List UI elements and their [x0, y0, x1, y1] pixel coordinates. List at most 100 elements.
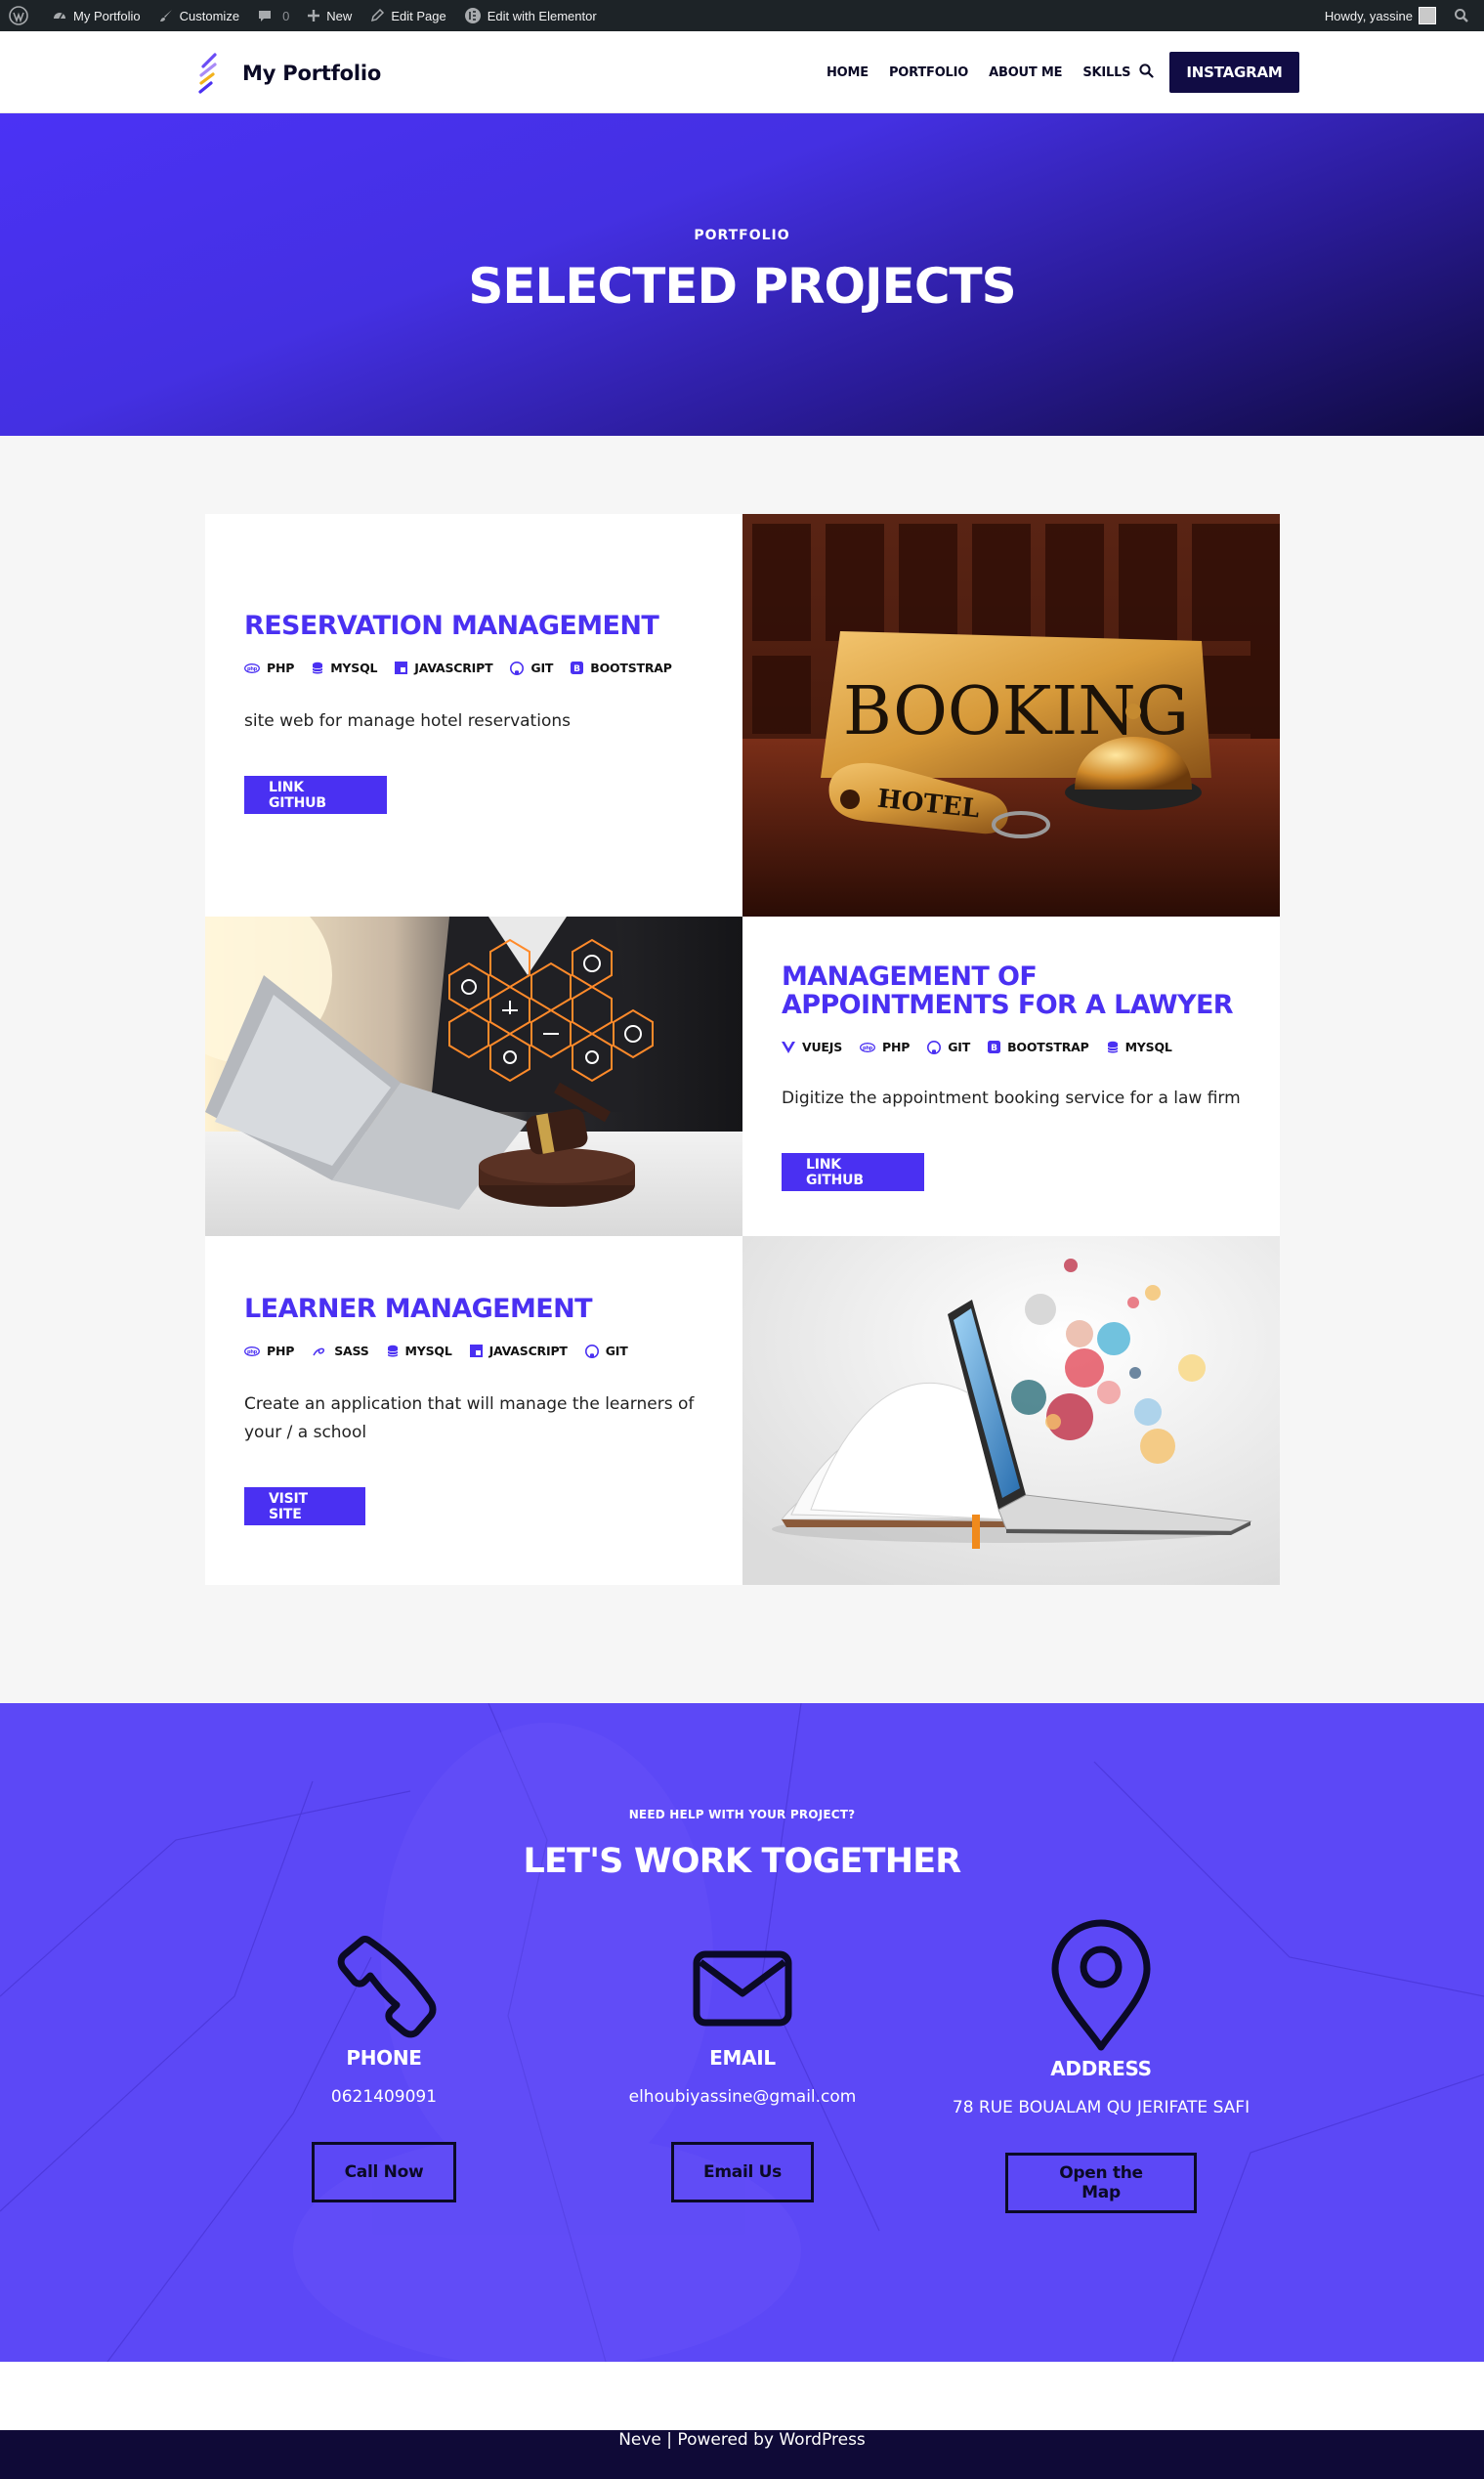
php-icon: php: [244, 662, 260, 673]
admin-edit-page[interactable]: Edit Page: [360, 0, 454, 31]
pencil-icon: [371, 8, 385, 22]
project-image-lawyer: [205, 917, 742, 1236]
contact-section: NEED HELP WITH YOUR PROJECT? LET'S WORK …: [0, 1703, 1484, 2362]
database-icon: [312, 662, 323, 673]
phone-icon: [337, 1936, 437, 2038]
tag-label: GIT: [605, 1344, 628, 1358]
wp-admin-bar: My Portfolio Customize 0 New Edit Page E…: [0, 0, 1484, 31]
project-title-line1: MANAGEMENT OF: [782, 962, 1038, 992]
tag-label: BOOTSTRAP: [1007, 1040, 1089, 1054]
tag-label: VUEJS: [802, 1040, 843, 1054]
project-description-line2: your / a school: [244, 1423, 367, 1442]
project-description: Digitize the appointment booking service…: [782, 1089, 1241, 1108]
brush-icon: [159, 10, 172, 21]
admin-comments[interactable]: 0: [248, 0, 298, 31]
tag-javascript: JAVASCRIPT: [469, 1344, 568, 1358]
link-github-button[interactable]: LINK GITHUB: [782, 1153, 924, 1191]
project-description-line1: Create an application that will manage t…: [244, 1394, 695, 1414]
admin-customize[interactable]: Customize: [149, 0, 248, 31]
tag-git: GIT: [584, 1344, 628, 1358]
tag-git: GIT: [927, 1040, 970, 1054]
admin-new-label: New: [326, 8, 353, 23]
project-card-lawyer: MANAGEMENT OF APPOINTMENTS FOR A LAWYER …: [742, 917, 1280, 1236]
tag-label: PHP: [267, 1344, 295, 1358]
address-value: 78 RUE BOUALAM QU JERIFATE SAFI: [952, 2098, 1251, 2117]
visit-site-button[interactable]: VISIT SITE: [244, 1487, 365, 1525]
svg-text:php: php: [247, 666, 258, 672]
github-icon: [584, 1344, 599, 1358]
project-image-elearning: [742, 1236, 1280, 1585]
instagram-button[interactable]: INSTAGRAM: [1169, 52, 1299, 93]
plus-icon: [308, 10, 320, 21]
project-tags: VUEJS php PHP GIT B BOOTSTRAP MYSQL: [782, 1040, 1190, 1054]
nav-portfolio[interactable]: PORTFOLIO: [889, 65, 968, 80]
tag-label: JAVASCRIPT: [488, 1344, 568, 1358]
tag-label: PHP: [882, 1040, 911, 1054]
contact-address-column: ADDRESS 78 RUE BOUALAM QU JERIFATE SAFI …: [906, 1918, 1296, 2213]
address-label: ADDRESS: [1050, 2057, 1152, 2080]
admin-elementor[interactable]: Edit with Elementor: [455, 0, 606, 31]
nav-search-icon[interactable]: [1139, 64, 1154, 82]
tag-javascript: JAVASCRIPT: [395, 661, 493, 675]
project-title: RESERVATION MANAGEMENT: [244, 611, 659, 641]
nav-home[interactable]: HOME: [827, 65, 869, 80]
tag-label: SASS: [334, 1344, 369, 1358]
project-image-hotel-booking: BOOKING HOTEL: [742, 514, 1280, 917]
tag-git: GIT: [510, 661, 553, 675]
tag-label: GIT: [948, 1040, 971, 1054]
admin-account[interactable]: Howdy, yassine: [1316, 0, 1445, 31]
link-github-button[interactable]: LINK GITHUB: [244, 776, 387, 814]
svg-text:B: B: [991, 1044, 997, 1053]
tag-sass: SASS: [312, 1344, 369, 1358]
tag-label: MYSQL: [1124, 1040, 1172, 1054]
nav-skills[interactable]: SKILLS: [1082, 65, 1130, 80]
site-logo[interactable]: My Portfolio: [191, 51, 381, 96]
tag-label: MYSQL: [404, 1344, 452, 1358]
tag-label: BOOTSTRAP: [590, 661, 672, 675]
tag-mysql: MYSQL: [387, 1344, 452, 1358]
tag-mysql: MYSQL: [1107, 1040, 1172, 1054]
bootstrap-icon: B: [988, 1041, 1001, 1053]
email-label: EMAIL: [709, 2046, 776, 2070]
email-us-button[interactable]: Email Us: [671, 2142, 814, 2202]
js-icon: [395, 662, 408, 674]
tag-php: php PHP: [244, 661, 294, 675]
call-now-button[interactable]: Call Now: [312, 2142, 456, 2202]
logo-icon: [198, 53, 217, 94]
hero-kicker: PORTFOLIO: [694, 228, 790, 243]
open-map-button[interactable]: Open the Map: [1005, 2153, 1197, 2213]
site-footer: Neve | Powered by WordPress: [0, 2430, 1484, 2479]
site-header: My Portfolio HOME PORTFOLIO ABOUT ME SKI…: [0, 31, 1484, 113]
tag-label: PHP: [267, 661, 295, 675]
project-title-line2: APPOINTMENTS FOR A LAWYER: [782, 990, 1234, 1020]
svg-text:B: B: [573, 664, 580, 674]
comment-count: 0: [282, 8, 290, 23]
logo-text: My Portfolio: [242, 62, 382, 85]
tag-vuejs: VUEJS: [782, 1040, 842, 1054]
tag-bootstrap: B BOOTSTRAP: [988, 1040, 1089, 1054]
admin-site-name[interactable]: My Portfolio: [43, 0, 149, 31]
contact-kicker: NEED HELP WITH YOUR PROJECT?: [628, 1808, 856, 1821]
phone-label: PHONE: [346, 2046, 422, 2070]
wordpress-logo-icon[interactable]: [0, 0, 43, 31]
project-tags: php PHP MYSQL JAVASCRIPT GIT B BOOTSTRAP: [244, 661, 690, 675]
contact-phone-column: PHONE 0621409091 Call Now: [189, 1933, 579, 2202]
tag-label: JAVASCRIPT: [414, 661, 493, 675]
admin-new[interactable]: New: [298, 0, 360, 31]
footer-credit[interactable]: Neve | Powered by WordPress: [618, 2430, 866, 2450]
nav-about-me[interactable]: ABOUT ME: [989, 65, 1062, 80]
main-nav: HOME PORTFOLIO ABOUT ME SKILLS: [827, 64, 1154, 82]
js-icon: [469, 1345, 483, 1357]
project-title: MANAGEMENT OF APPOINTMENTS FOR A LAWYER: [782, 962, 1234, 1020]
tag-label: GIT: [530, 661, 554, 675]
email-value[interactable]: elhoubiyassine@gmail.com: [547, 2087, 938, 2107]
envelope-icon: [693, 1950, 792, 2027]
vue-icon: [782, 1041, 795, 1053]
contact-title: LET'S WORK TOGETHER: [523, 1842, 962, 1881]
admin-customize-label: Customize: [179, 8, 240, 23]
php-icon: php: [244, 1346, 260, 1356]
dashboard-icon: [54, 13, 65, 20]
php-icon: php: [860, 1042, 875, 1052]
map-pin-icon: [1051, 1919, 1151, 2051]
admin-search[interactable]: [1445, 0, 1484, 31]
